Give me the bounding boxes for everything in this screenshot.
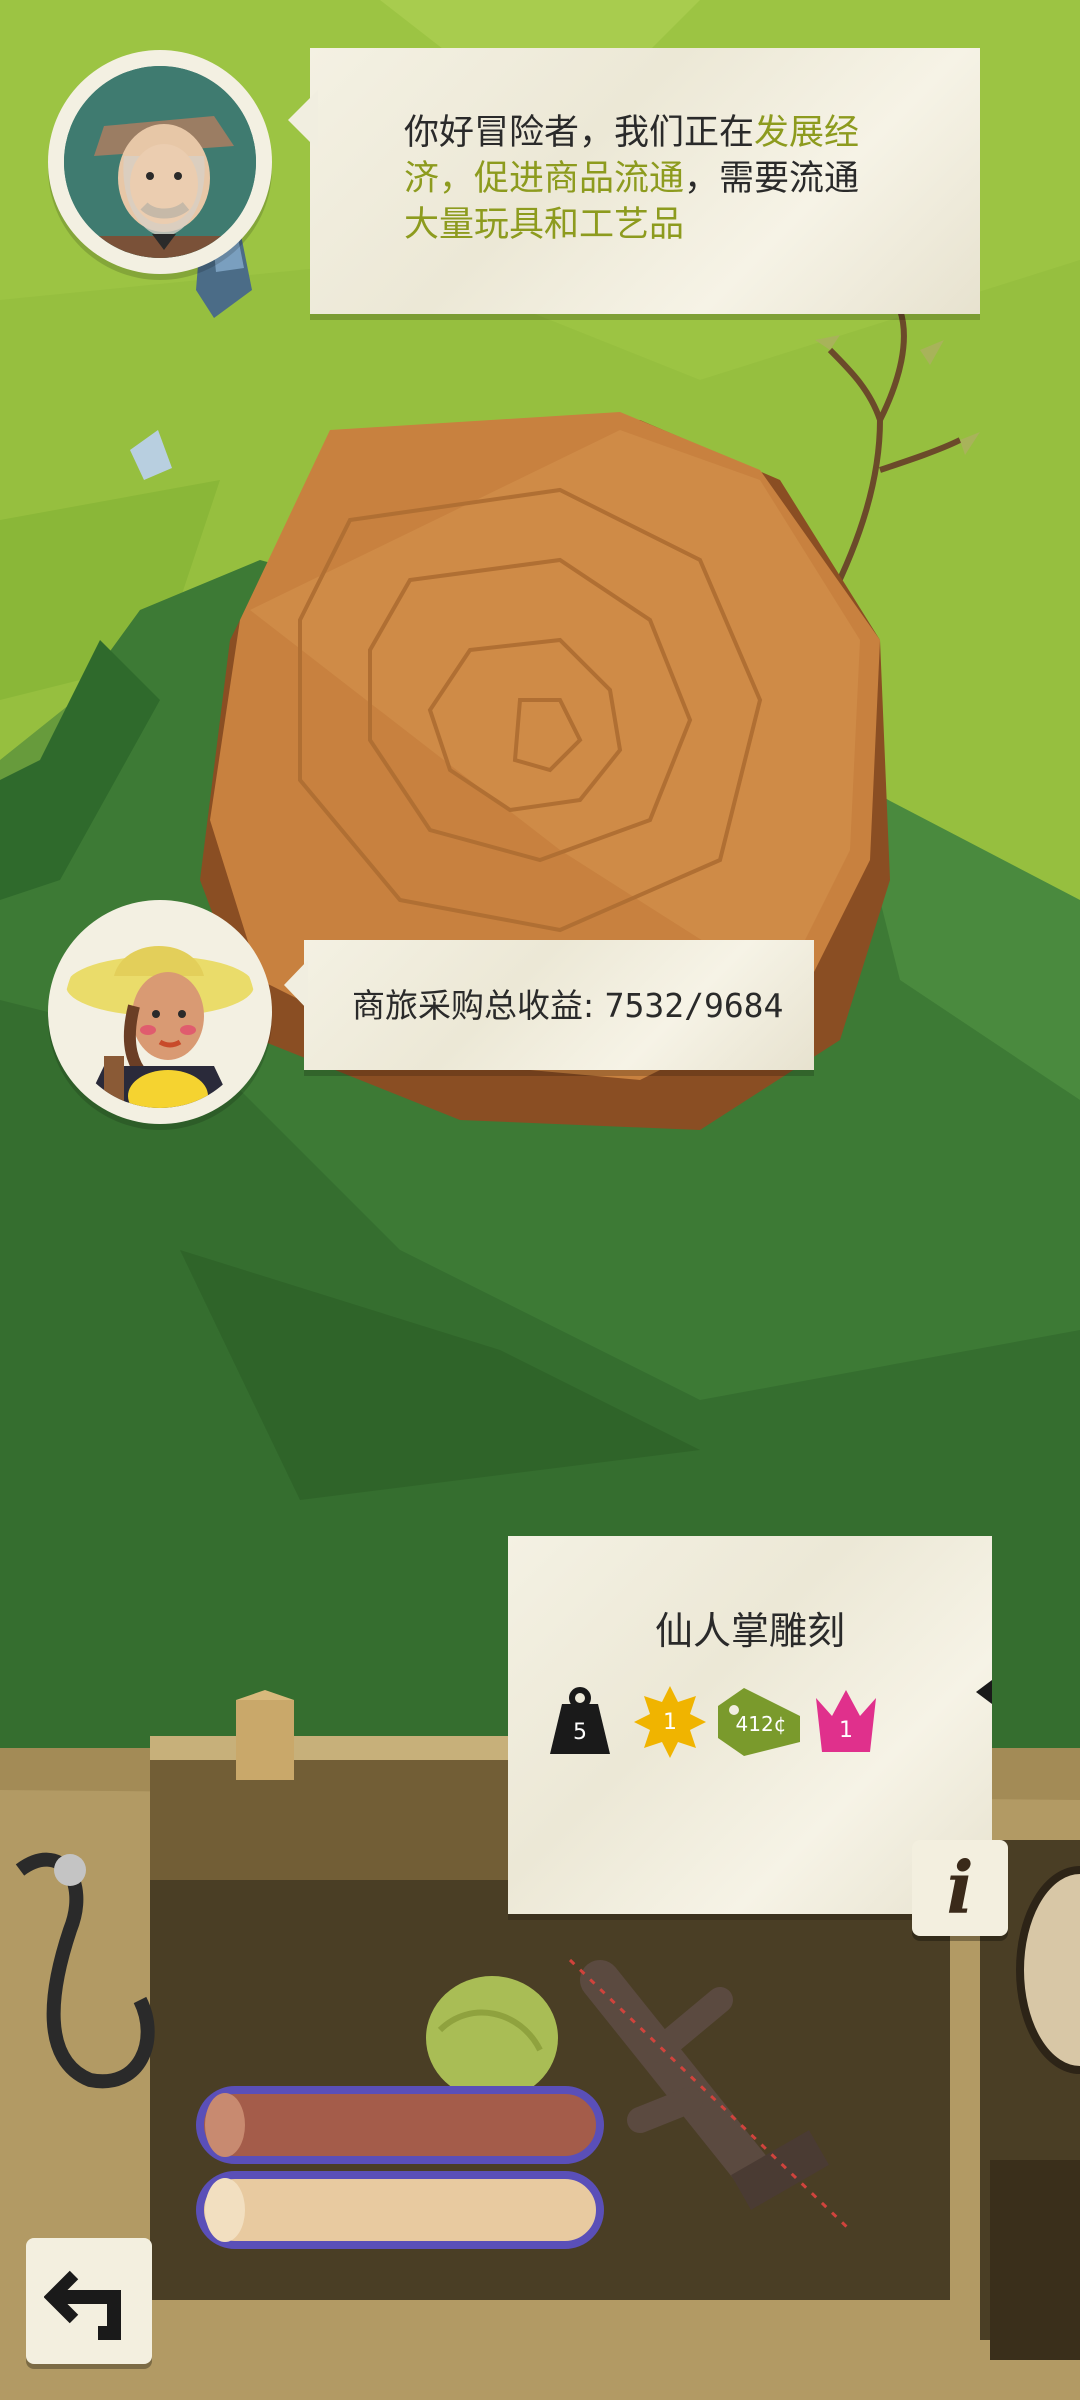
dialog-highlight-toys: 大量玩具和工艺品 bbox=[404, 205, 685, 245]
npc-dialog-bubble: 你好冒险者，我们正在发展经济，促进商品流通，需要流通 大量玩具和工艺品 bbox=[310, 48, 980, 314]
cactus-carving-item bbox=[568, 1958, 852, 2232]
rarity-stat: 1 bbox=[632, 1684, 708, 1760]
weight-stat: 5 bbox=[548, 1686, 612, 1758]
wood-logs-item bbox=[196, 2086, 604, 2249]
card-side-pointer bbox=[976, 1680, 992, 1704]
item-name: 仙人掌雕刻 bbox=[654, 1609, 845, 1653]
info-icon: i bbox=[946, 1845, 974, 1930]
caravan-bubble-tail bbox=[284, 960, 308, 1010]
caravan-earnings-label: 商旅采购总收益: bbox=[352, 986, 605, 1025]
dialog-bubble-tail bbox=[288, 90, 318, 150]
weight-value: 5 bbox=[573, 1719, 587, 1745]
hook-item bbox=[15, 1852, 155, 2089]
back-button[interactable] bbox=[26, 2238, 152, 2364]
npc-dialog-text: 你好冒险者，我们正在发展经济，促进商品流通，需要流通 大量玩具和工艺品 bbox=[404, 110, 924, 248]
caravan-earnings-progress: 7532/9684 bbox=[604, 986, 784, 1025]
back-arrow-icon bbox=[44, 2270, 121, 2340]
old-man-portrait-icon bbox=[64, 66, 256, 258]
crown-value: 1 bbox=[839, 1717, 853, 1743]
price-stat: 412¢ bbox=[714, 1686, 804, 1758]
info-button[interactable]: i bbox=[912, 1840, 1008, 1936]
caravan-earnings-bubble: 商旅采购总收益: 7532/9684 bbox=[304, 940, 814, 1070]
rarity-value: 1 bbox=[663, 1709, 677, 1735]
dialog-text-part1: 你好冒险者，我们正在 bbox=[404, 113, 755, 153]
cabbage-item bbox=[426, 1976, 558, 2100]
traveler-portrait-icon bbox=[66, 946, 254, 1108]
crown-stat: 1 bbox=[814, 1686, 878, 1756]
price-value: 412¢ bbox=[735, 1712, 787, 1736]
partial-item-right bbox=[1016, 1866, 1080, 2074]
npc-avatar-old-man bbox=[48, 50, 272, 274]
caravan-earnings-text: 商旅采购总收益: 7532/9684 bbox=[352, 986, 783, 1026]
traveler-avatar bbox=[48, 900, 272, 1124]
dialog-text-part2: ，需要流通 bbox=[684, 159, 860, 199]
